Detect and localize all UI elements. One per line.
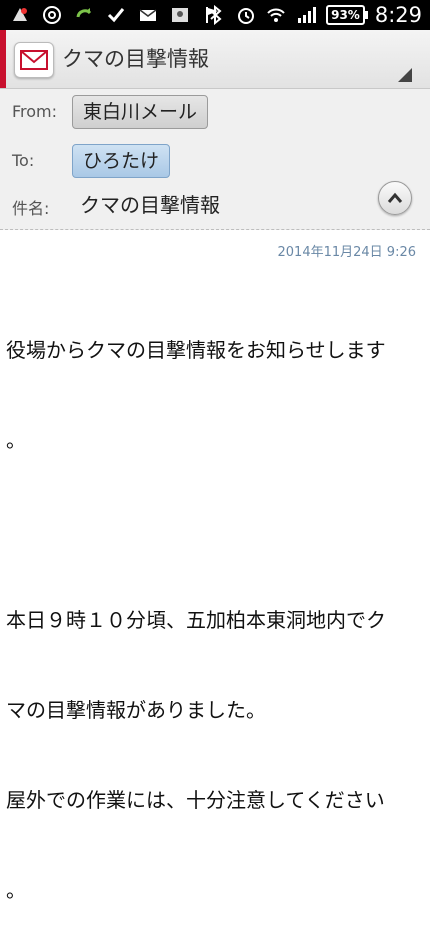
bluetooth-icon bbox=[206, 5, 226, 25]
body-line: 役場からクマの目撃情報をお知らせします bbox=[6, 338, 386, 362]
collapse-header-button[interactable] bbox=[378, 181, 412, 215]
from-label: From: bbox=[12, 102, 58, 121]
status-bar: 93% 8:29 bbox=[0, 0, 430, 30]
body-line: 。 bbox=[6, 428, 26, 452]
chevron-up-icon bbox=[387, 192, 403, 203]
subject-label: 件名: bbox=[12, 199, 50, 218]
wifi-icon bbox=[266, 5, 286, 25]
message-header: From: 東白川メール To: ひろたけ 件名: クマの目撃情報 bbox=[0, 89, 430, 230]
message-body: 役場からクマの目撃情報をお知らせします 。 本日９時１０分頃、五加柏本東洞地内で… bbox=[6, 275, 424, 930]
clock: 8:29 bbox=[374, 3, 422, 27]
app-title: クマの目撃情報 bbox=[62, 47, 209, 71]
to-label: To: bbox=[12, 151, 35, 170]
title-accent-bar bbox=[0, 30, 6, 88]
subject-value: クマの目撃情報 bbox=[80, 193, 220, 217]
alarm-icon bbox=[236, 5, 256, 25]
recycle-icon bbox=[74, 5, 94, 25]
photo-icon bbox=[170, 5, 190, 25]
signal-icon bbox=[296, 5, 317, 25]
overflow-menu-indicator-icon[interactable] bbox=[398, 68, 412, 82]
mail-app-icon[interactable] bbox=[14, 42, 54, 78]
checkmark-icon bbox=[106, 5, 126, 25]
to-recipient-chip[interactable]: ひろたけ bbox=[72, 144, 171, 178]
body-line: 本日９時１０分頃、五加柏本東洞地内でク bbox=[6, 608, 386, 632]
body-line: 。 bbox=[6, 878, 26, 902]
notification-icons bbox=[10, 4, 222, 26]
at-sign-icon bbox=[42, 5, 62, 25]
body-line: 屋外での作業には、十分注意してください bbox=[6, 788, 385, 812]
mail-notification-icon bbox=[138, 5, 158, 25]
body-line bbox=[6, 515, 424, 545]
system-icons: 93% 8:29 bbox=[206, 0, 422, 30]
body-line: マの目撃情報がありました。 bbox=[6, 698, 266, 722]
from-sender-chip[interactable]: 東白川メール bbox=[72, 95, 209, 129]
battery-indicator: 93% bbox=[326, 5, 368, 25]
message-date: 2014年11月24日 9:26 bbox=[277, 245, 417, 260]
title-bar: クマの目撃情報 bbox=[0, 30, 430, 89]
app-notification-icon bbox=[10, 5, 30, 25]
